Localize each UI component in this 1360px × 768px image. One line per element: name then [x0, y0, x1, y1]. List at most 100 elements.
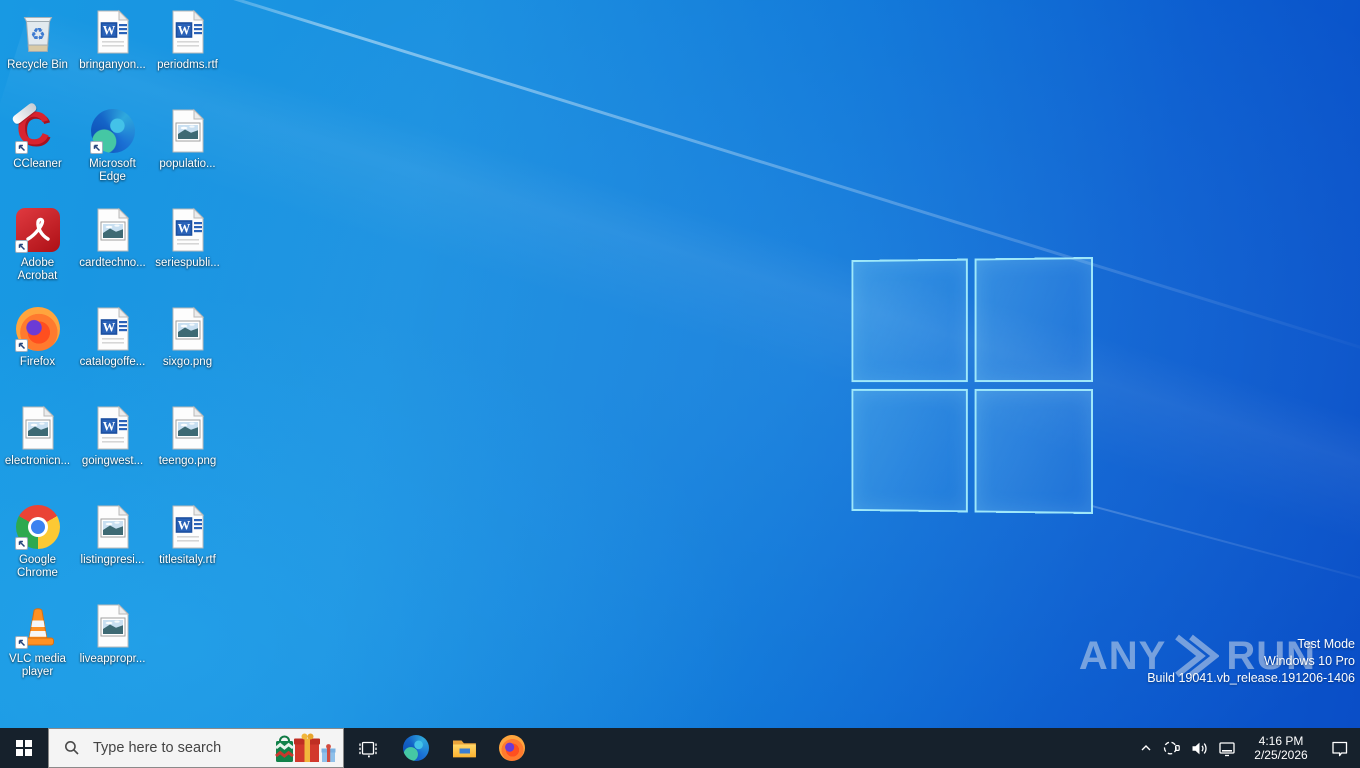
desktop-icon-vlc-media-player[interactable]: VLC media player [0, 602, 75, 701]
taskbar-file-explorer-button[interactable] [440, 728, 488, 768]
search-highlight-gifts-icon[interactable] [273, 731, 337, 765]
start-button[interactable] [0, 728, 48, 768]
tray-volume-button[interactable] [1185, 728, 1212, 768]
svg-text:W: W [102, 24, 115, 38]
desktop-icon-electronicn[interactable]: electronicn... [0, 404, 75, 503]
windows-start-icon [16, 740, 32, 756]
shortcut-arrow-icon [15, 636, 28, 649]
shortcut-arrow-icon [15, 339, 28, 352]
recycle-bin-icon: ♻ [14, 8, 62, 56]
desktop-icon-seriespubli[interactable]: W seriespubli... [150, 206, 225, 305]
task-view-icon [358, 739, 378, 758]
tray-meet-now-button[interactable] [1158, 728, 1185, 768]
desktop-icon-label: populatio... [159, 158, 215, 171]
search-placeholder: Type here to search [93, 740, 221, 756]
action-center-button[interactable] [1320, 728, 1360, 768]
shortcut-arrow-icon [15, 141, 28, 154]
image-file-icon [164, 305, 212, 353]
word-document-icon: W [89, 305, 137, 353]
desktop-icon-label: seriespubli... [155, 257, 220, 270]
desktop-icon-label: Microsoft Edge [76, 158, 150, 184]
desktop-icon-goingwest[interactable]: W goingwest... [75, 404, 150, 503]
svg-text:W: W [102, 321, 115, 335]
windows-logo-pane [974, 389, 1093, 514]
task-view-button[interactable] [344, 728, 392, 768]
desktop-icon-label: Adobe Acrobat [1, 257, 75, 283]
desktop-icon-firefox[interactable]: Firefox [0, 305, 75, 404]
desktop-icon-google-chrome[interactable]: Google Chrome [0, 503, 75, 602]
desktop-icon-label: electronicn... [5, 455, 70, 468]
microsoft-edge-icon [403, 735, 429, 761]
shortcut-arrow-icon [15, 240, 28, 253]
desktop-icon-adobe-acrobat[interactable]: Adobe Acrobat [0, 206, 75, 305]
desktop-icon-liveappropr[interactable]: liveappropr... [75, 602, 150, 701]
desktop-icon-label: VLC media player [1, 653, 75, 679]
system-tray: 4:16 PM 2/25/2026 [1134, 728, 1360, 768]
desktop-icon-titlesitaly-rtf[interactable]: W titlesitaly.rtf [150, 503, 225, 602]
image-file-icon [89, 206, 137, 254]
desktop-icon-grid: ♻ Recycle Bin W bringanyon... W periodms… [0, 8, 225, 701]
svg-text:W: W [177, 24, 190, 38]
word-document-icon: W [89, 404, 137, 452]
desktop-icon-ccleaner[interactable]: C CCleaner [0, 107, 75, 206]
desktop-icon-label: sixgo.png [163, 356, 212, 369]
word-document-icon: W [164, 8, 212, 56]
tray-time: 4:16 PM [1259, 734, 1304, 748]
windows-logo-pane [974, 257, 1093, 382]
windows-edition-line: Windows 10 Pro [1147, 653, 1355, 670]
desktop-icon-label: Firefox [20, 356, 55, 369]
tray-show-hidden-icons-button[interactable] [1134, 728, 1158, 768]
firefox-icon [499, 735, 525, 761]
svg-text:W: W [177, 222, 190, 236]
shortcut-arrow-icon [15, 537, 28, 550]
desktop-icon-label: titlesitaly.rtf [159, 554, 216, 567]
image-file-icon [164, 404, 212, 452]
word-document-icon: W [164, 206, 212, 254]
desktop-icon-label: CCleaner [13, 158, 62, 171]
windows-logo-wallpaper [851, 257, 1093, 514]
svg-text:♻: ♻ [30, 25, 45, 45]
image-file-icon [89, 503, 137, 551]
desktop-icon-label: goingwest... [82, 455, 143, 468]
desktop-icon-sixgo-png[interactable]: sixgo.png [150, 305, 225, 404]
meet-now-camera-icon [1162, 739, 1181, 757]
speaker-icon [1190, 740, 1208, 757]
desktop-icon-label: listingpresi... [81, 554, 145, 567]
tray-clock[interactable]: 4:16 PM 2/25/2026 [1242, 728, 1320, 768]
file-explorer-icon [451, 737, 478, 760]
shortcut-arrow-icon [90, 141, 103, 154]
svg-text:W: W [102, 420, 115, 434]
desktop-icon-microsoft-edge[interactable]: Microsoft Edge [75, 107, 150, 206]
desktop-wallpaper: ♻ Recycle Bin W bringanyon... W periodms… [0, 0, 1360, 728]
desktop-icon-listingpresi[interactable]: listingpresi... [75, 503, 150, 602]
windows-logo-pane [851, 389, 967, 512]
taskbar-firefox-button[interactable] [488, 728, 536, 768]
tray-network-button[interactable] [1212, 728, 1242, 768]
desktop-icon-label: periodms.rtf [157, 59, 218, 72]
desktop-icon-cardtechno[interactable]: cardtechno... [75, 206, 150, 305]
desktop-icon-label: teengo.png [159, 455, 217, 468]
image-file-icon [164, 107, 212, 155]
search-icon [63, 739, 81, 757]
desktop-icon-label: cardtechno... [79, 257, 145, 270]
taskbar: Type here to search 4:16 PM 2/25/2026 [0, 728, 1360, 768]
desktop-icon-catalogoffe[interactable]: W catalogoffe... [75, 305, 150, 404]
action-center-icon [1330, 739, 1350, 758]
taskbar-microsoft-edge-button[interactable] [392, 728, 440, 768]
image-file-icon [14, 404, 62, 452]
desktop-icon-label: Google Chrome [1, 554, 75, 580]
desktop-icon-populatio[interactable]: populatio... [150, 107, 225, 206]
desktop-icon-teengo-png[interactable]: teengo.png [150, 404, 225, 503]
svg-text:W: W [177, 519, 190, 533]
taskbar-search-box[interactable]: Type here to search [48, 728, 344, 768]
chevron-up-icon [1138, 740, 1154, 756]
tray-date: 2/25/2026 [1254, 748, 1307, 762]
desktop-icon-label: bringanyon... [79, 59, 146, 72]
word-document-icon: W [164, 503, 212, 551]
desktop-icon-periodms-rtf[interactable]: W periodms.rtf [150, 8, 225, 107]
image-file-icon [89, 602, 137, 650]
word-document-icon: W [89, 8, 137, 56]
desktop-icon-recycle-bin[interactable]: ♻ Recycle Bin [0, 8, 75, 107]
desktop-icon-bringanyon[interactable]: W bringanyon... [75, 8, 150, 107]
windows-logo-pane [851, 259, 967, 382]
